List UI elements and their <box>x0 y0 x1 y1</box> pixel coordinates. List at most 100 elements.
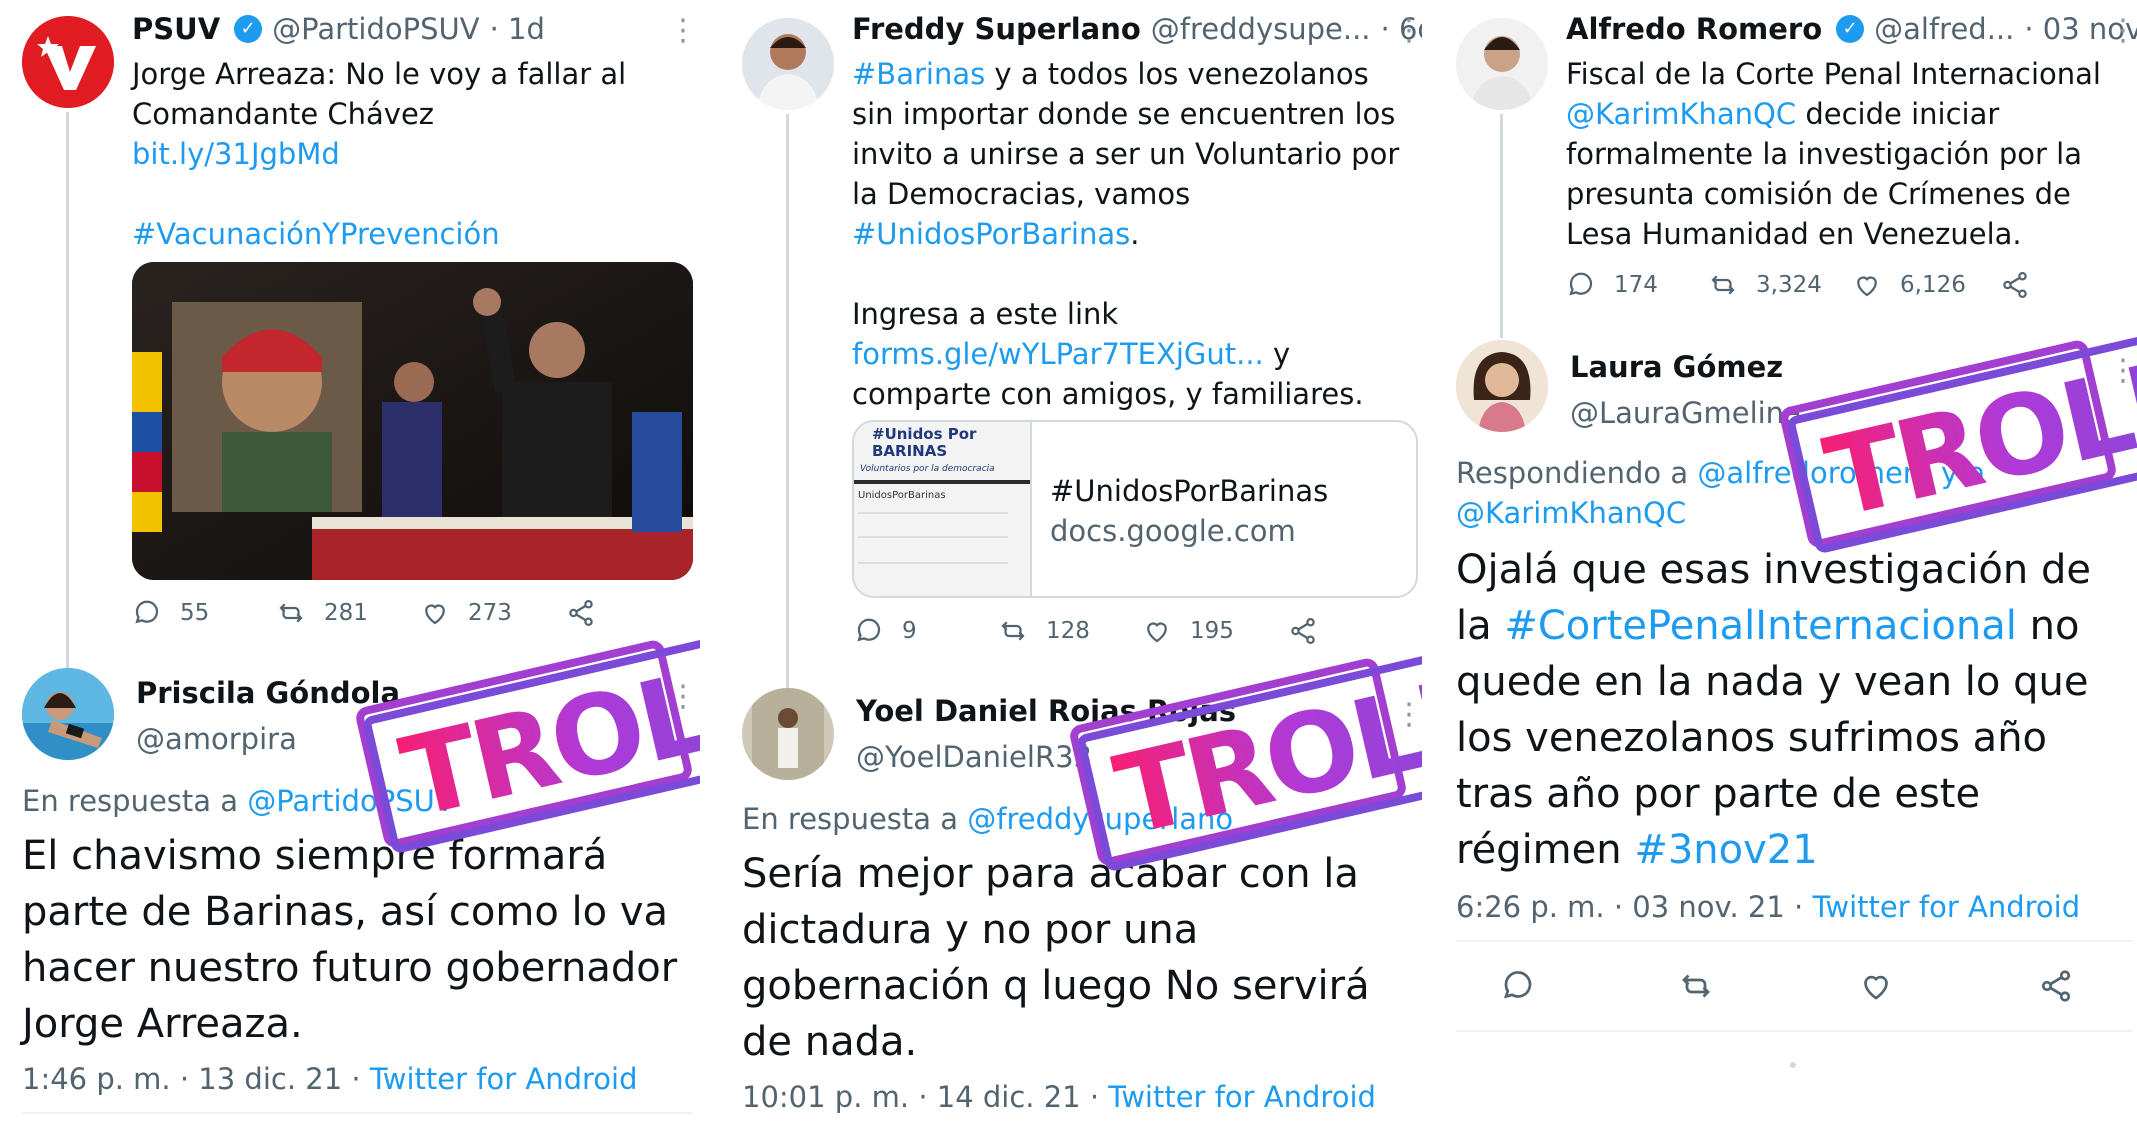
heart-icon <box>1147 622 1167 643</box>
card-domain: docs.google.com <box>1050 514 1296 548</box>
reply-icon <box>135 600 159 624</box>
avatar[interactable] <box>22 16 114 108</box>
tweet-link[interactable]: bit.ly/31JgbMd <box>132 134 692 174</box>
tweet-mention[interactable]: @KarimKhanQC <box>1566 97 1796 131</box>
card-thumb-form: UnidosPorBarinas <box>858 490 946 501</box>
card-thumb-title: #Unidos Por BARINAS <box>872 425 977 460</box>
reply-count: 9 <box>902 618 917 644</box>
divider <box>22 1112 692 1114</box>
reply-text: El chavismo siempre formará parte de Bar… <box>22 833 678 1047</box>
share-icon <box>2003 272 2027 298</box>
reply-icon <box>857 618 881 642</box>
profile-photo-image <box>22 668 114 760</box>
avatar[interactable] <box>1456 18 1548 110</box>
retweet-button[interactable]: 3,324 <box>1708 270 1822 300</box>
like-count: 6,126 <box>1900 272 1966 298</box>
link-preview-card[interactable]: #Unidos Por BARINAS Voluntarios por la d… <box>852 420 1418 598</box>
divider <box>1456 1030 2132 1032</box>
retweet-button[interactable]: 281 <box>276 598 368 628</box>
tweet-hashtag-2[interactable]: #UnidosPorBarinas <box>852 217 1130 251</box>
author-handle[interactable]: @LauraGmelina <box>1570 396 1802 430</box>
share-icon <box>569 600 593 626</box>
client-link[interactable]: Twitter for Android <box>1812 890 2080 924</box>
author-name[interactable]: Priscila Góndola <box>136 676 400 710</box>
retweet-icon <box>279 603 303 623</box>
thread-line <box>786 114 789 690</box>
more-options-icon[interactable]: ⋮ <box>1394 16 1422 46</box>
verified-badge-icon: ✓ <box>234 15 263 43</box>
tweet-text: Jorge Arreaza: No le voy a fallar al <box>132 57 627 91</box>
reply-hashtag[interactable]: #CortePenalInternacional <box>1504 603 2017 649</box>
tweet-panel-romero: Alfredo Romero ✓ @alfred... · 03 nov. ⋮ … <box>1444 0 2137 1121</box>
thread-line <box>1500 114 1503 338</box>
retweet-count: 3,324 <box>1756 272 1822 298</box>
tweet-panel-psuv: PSUV ✓ @PartidoPSUV · 1d ⋮ Jorge Arreaza… <box>0 0 700 1121</box>
in-reply-label: Respondiendo a <box>1456 456 1689 490</box>
rally-photo-image <box>132 262 693 580</box>
reply-hashtag-2[interactable]: #3nov21 <box>1634 827 1817 873</box>
tweet-link[interactable]: forms.gle/wYLPar7TEXjGut... <box>852 337 1264 371</box>
profile-photo-image <box>1456 340 1548 432</box>
avatar[interactable] <box>742 688 834 780</box>
reply-icon <box>1503 971 1532 999</box>
retweet-button[interactable]: 128 <box>998 616 1090 646</box>
heart-icon <box>1857 276 1877 297</box>
share-button[interactable] <box>2000 270 2030 300</box>
thread-line <box>66 112 69 672</box>
retweet-count: 128 <box>1046 618 1090 644</box>
reply-count: 174 <box>1614 272 1658 298</box>
author-name[interactable]: Freddy Superlano <box>852 12 1141 46</box>
author-handle[interactable]: @alfred... <box>1874 12 2014 46</box>
like-count: 195 <box>1190 618 1234 644</box>
retweet-button[interactable] <box>1678 968 1714 1008</box>
in-reply-label: En respuesta a <box>22 784 239 818</box>
like-button[interactable]: 6,126 <box>1852 270 1966 300</box>
retweet-icon <box>1001 621 1025 641</box>
avatar[interactable] <box>1456 340 1548 432</box>
tweet-text-2: Comandante Chávez <box>132 97 435 131</box>
like-count: 273 <box>468 600 512 626</box>
reply-button[interactable]: 9 <box>854 616 917 646</box>
author-name[interactable]: Laura Gómez <box>1570 350 1783 384</box>
tweet-photo[interactable] <box>132 262 693 580</box>
author-handle[interactable]: @YoelDanielR33 <box>856 740 1092 774</box>
psuv-logo-icon <box>22 16 114 108</box>
tweet-time[interactable]: · 1d <box>490 12 545 46</box>
reply-timestamp: 1:46 p. m. · 13 dic. 21 · <box>22 1062 361 1096</box>
loading-dot <box>1790 1062 1796 1068</box>
tweet-hashtag[interactable]: #Barinas <box>852 57 985 91</box>
author-handle[interactable]: @amorpira <box>136 722 297 756</box>
avatar[interactable] <box>22 668 114 760</box>
share-button[interactable] <box>566 598 596 628</box>
author-handle[interactable]: @PartidoPSUV <box>272 12 479 46</box>
avatar[interactable] <box>742 18 834 110</box>
share-button[interactable] <box>1288 616 1318 646</box>
share-button[interactable] <box>2038 968 2074 1008</box>
troll-stamp: TROLL <box>361 621 700 855</box>
card-title: #UnidosPorBarinas <box>1050 474 1329 508</box>
author-handle[interactable]: @freddysupe... <box>1151 12 1371 46</box>
like-button[interactable]: 195 <box>1142 616 1234 646</box>
in-reply-to-link-2[interactable]: @KarimKhanQC <box>1456 496 1686 530</box>
tweet-text: Fiscal de la Corte Penal Internacional <box>1566 57 2101 91</box>
card-thumb-subtitle: Voluntarios por la democracia <box>860 464 995 474</box>
reply-timestamp: 6:26 p. m. · 03 nov. 21 · <box>1456 890 1804 924</box>
reply-text: Sería mejor para acabar con la dictadura… <box>742 851 1370 1065</box>
reply-button[interactable]: 174 <box>1566 270 1658 300</box>
reply-timestamp: 10:01 p. m. · 14 dic. 21 · <box>742 1080 1100 1114</box>
client-link[interactable]: Twitter for Android <box>1108 1080 1376 1114</box>
verified-badge-icon: ✓ <box>1836 15 1865 43</box>
author-name[interactable]: Alfredo Romero <box>1566 12 1822 46</box>
profile-photo-image <box>1456 18 1548 110</box>
like-button[interactable] <box>1858 968 1894 1008</box>
more-options-icon[interactable]: ⋮ <box>668 16 698 46</box>
reply-button[interactable]: 55 <box>132 598 209 628</box>
more-options-icon[interactable]: ⋮ <box>2108 16 2137 46</box>
profile-photo-image <box>742 18 834 110</box>
tweet-hashtag[interactable]: #VacunaciónYPrevención <box>132 214 692 254</box>
like-button[interactable]: 273 <box>420 598 512 628</box>
reply-button[interactable] <box>1500 968 1536 1008</box>
client-link[interactable]: Twitter for Android <box>370 1062 638 1096</box>
heart-icon <box>425 604 445 625</box>
author-name[interactable]: PSUV <box>132 12 220 46</box>
